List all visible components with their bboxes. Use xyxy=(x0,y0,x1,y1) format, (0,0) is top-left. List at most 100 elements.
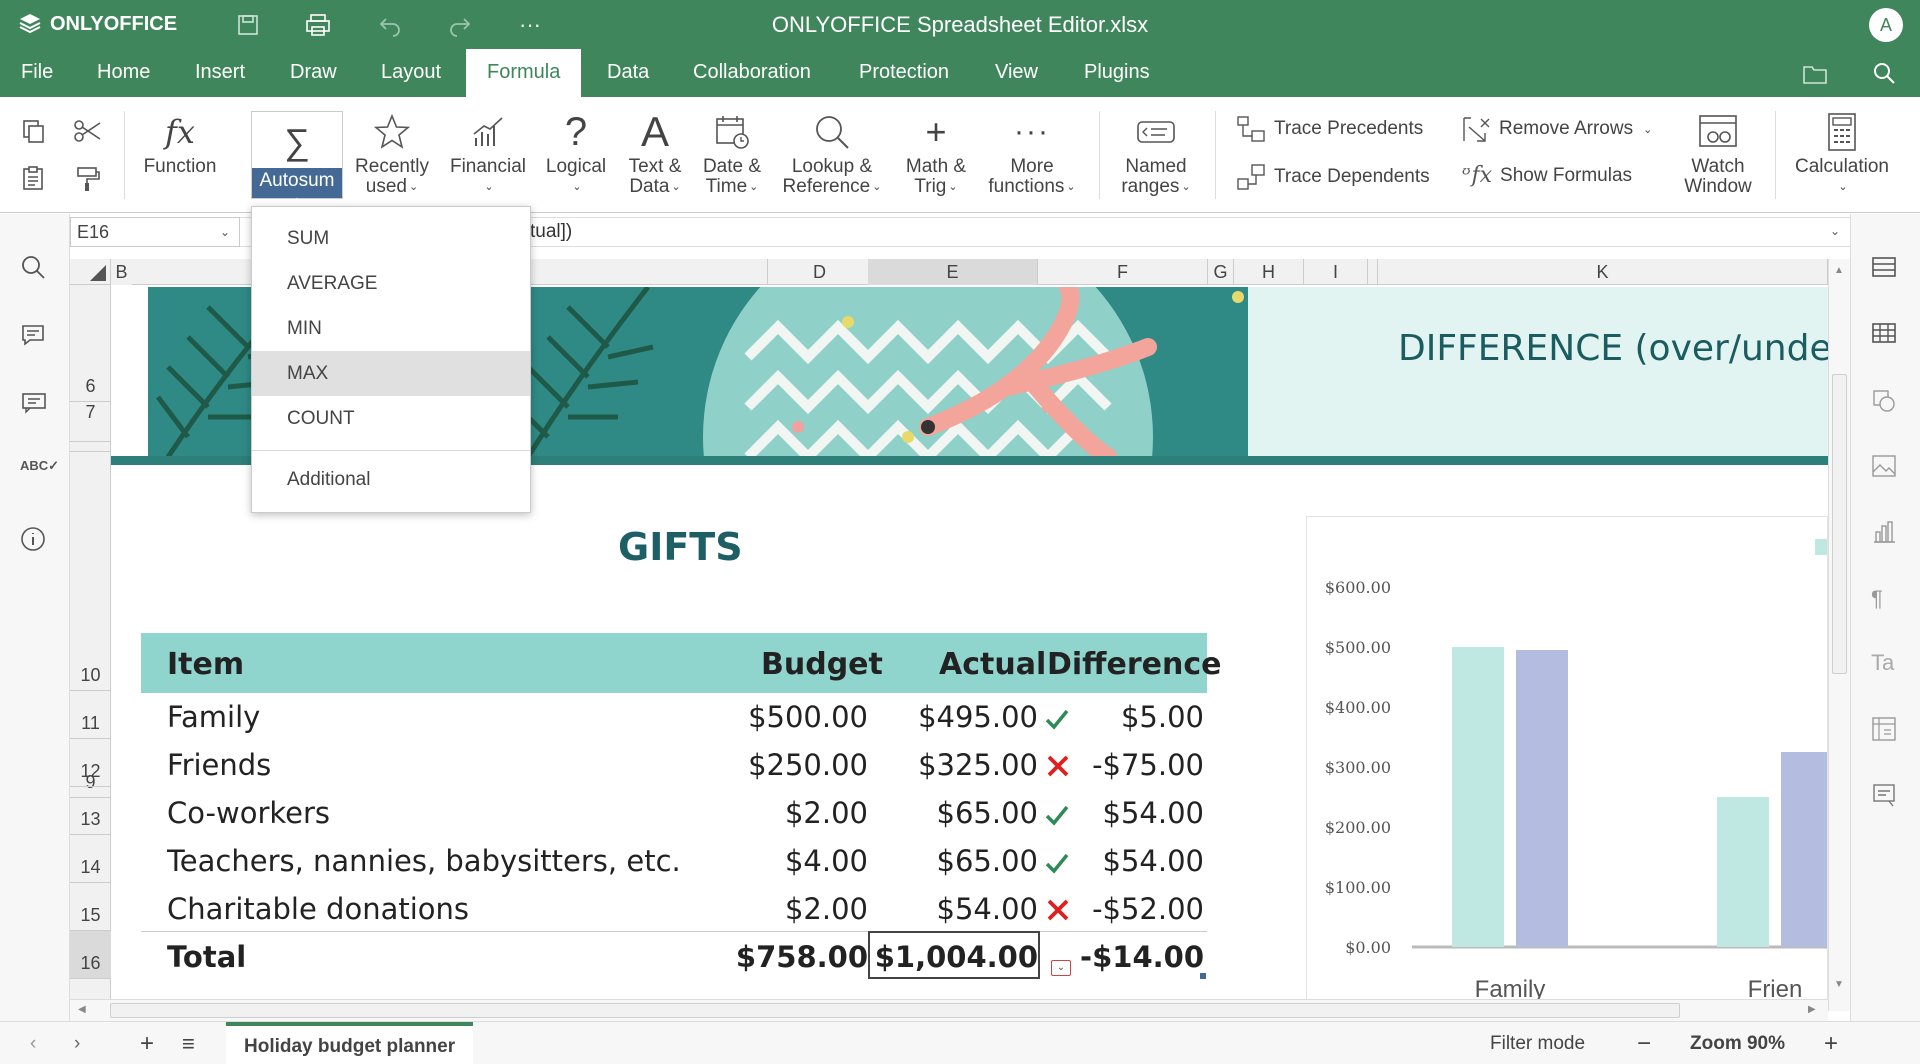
watch-window-button[interactable]: Watch Window xyxy=(1672,97,1764,213)
menu-item-sum[interactable]: SUM xyxy=(252,216,530,261)
pivot-settings-icon[interactable] xyxy=(1871,716,1901,746)
show-formulas-button[interactable]: ᶷfx Show Formulas xyxy=(1461,163,1632,188)
actual-cell[interactable]: $325.00 xyxy=(870,748,1038,782)
zoom-level[interactable]: Zoom 90% xyxy=(1690,1022,1785,1064)
tab-plugins[interactable]: Plugins xyxy=(1063,49,1171,97)
actual-cell[interactable]: $65.00 xyxy=(870,844,1038,878)
select-all-corner[interactable] xyxy=(70,259,111,285)
chart-settings-icon[interactable] xyxy=(1871,520,1901,550)
total-budget-cell[interactable]: $758.00 xyxy=(700,940,868,974)
paragraph-settings-icon[interactable]: ¶ xyxy=(1871,586,1901,616)
budget-cell[interactable]: $4.00 xyxy=(700,844,868,878)
item-cell[interactable]: Teachers, nannies, babysitters, etc. xyxy=(167,844,681,878)
prev-sheet-icon[interactable]: ‹ xyxy=(30,1022,36,1064)
header-item[interactable]: Item xyxy=(167,647,244,682)
find-icon[interactable] xyxy=(20,254,50,284)
table-settings-icon[interactable] xyxy=(1871,322,1901,352)
menu-item-average[interactable]: AVERAGE xyxy=(252,261,530,306)
copy-icon[interactable] xyxy=(20,117,48,145)
user-avatar[interactable]: A xyxy=(1869,8,1903,42)
actual-cell[interactable]: $54.00 xyxy=(870,892,1038,926)
trace-precedents-button[interactable]: Trace Precedents xyxy=(1236,115,1423,143)
sheet-tab-holiday-budget-planner[interactable]: Holiday budget planner xyxy=(226,1022,474,1064)
sheet-list-icon[interactable]: ≡ xyxy=(182,1022,195,1064)
cell-settings-icon[interactable] xyxy=(1871,256,1901,286)
column-header-i[interactable]: I xyxy=(1304,259,1368,285)
menu-item-min[interactable]: MIN xyxy=(252,306,530,351)
tab-formula[interactable]: Formula xyxy=(466,49,582,97)
budget-cell[interactable]: $2.00 xyxy=(700,892,868,926)
row-header-12[interactable]: 12 xyxy=(70,739,111,787)
difference-cell[interactable]: $54.00 xyxy=(1040,796,1204,830)
actual-cell[interactable]: $495.00 xyxy=(870,700,1038,734)
item-cell[interactable]: Family xyxy=(167,700,260,734)
zoom-in-icon[interactable]: + xyxy=(1824,1022,1838,1064)
item-cell[interactable]: Co-workers xyxy=(167,796,330,830)
more-functions-button[interactable]: ··· More functions ⌄ xyxy=(982,97,1082,213)
autosum-button[interactable]: ∑ Autosum ▲ xyxy=(251,111,343,207)
row-header-7[interactable]: 7 xyxy=(70,402,111,442)
menu-item-max[interactable]: MAX xyxy=(252,351,530,396)
selected-cell-e16[interactable] xyxy=(868,931,1040,979)
row-header-11[interactable]: 11 xyxy=(70,691,111,739)
budget-cell[interactable]: $500.00 xyxy=(700,700,868,734)
zoom-out-icon[interactable]: − xyxy=(1637,1022,1651,1064)
item-cell[interactable]: Charitable donations xyxy=(167,892,469,926)
row-header-14[interactable]: 14 xyxy=(70,835,111,883)
paste-options-icon[interactable]: ⌄ xyxy=(1051,960,1071,976)
tab-file[interactable]: File xyxy=(0,49,74,97)
scroll-left-icon[interactable]: ◀ xyxy=(78,1004,86,1015)
difference-cell[interactable]: -$75.00 xyxy=(1040,748,1204,782)
date-time-button[interactable]: Date & Time ⌄ xyxy=(696,97,768,213)
difference-cell[interactable]: -$52.00 xyxy=(1040,892,1204,926)
column-header-j[interactable] xyxy=(1368,259,1378,285)
row-header-6[interactable]: 6 xyxy=(70,285,111,402)
budget-cell[interactable]: $2.00 xyxy=(700,796,868,830)
header-budget[interactable]: Budget xyxy=(761,647,883,682)
text-art-icon[interactable]: Ta xyxy=(1871,650,1901,680)
difference-cell[interactable]: $5.00 xyxy=(1040,700,1204,734)
chevron-down-icon[interactable]: ⌄ xyxy=(220,225,230,239)
horizontal-scrollbar[interactable]: ◀ ▶ xyxy=(70,999,1828,1021)
budget-chart[interactable]: $0.00 $100.00 $200.00 $300.00 $400.00 $500.00… xyxy=(1306,516,1828,1006)
column-header-g[interactable]: G xyxy=(1208,259,1234,285)
tab-collaboration[interactable]: Collaboration xyxy=(672,49,832,97)
image-settings-icon[interactable] xyxy=(1871,454,1901,484)
scroll-right-icon[interactable]: ▶ xyxy=(1808,1004,1816,1015)
tab-data[interactable]: Data xyxy=(586,49,670,97)
calculation-button[interactable]: Calculation ⌄ xyxy=(1784,97,1900,213)
horizontal-scroll-thumb[interactable] xyxy=(110,1003,1680,1018)
recently-used-button[interactable]: Recently used ⌄ xyxy=(350,97,434,213)
item-cell[interactable]: Friends xyxy=(167,748,271,782)
row-header-10[interactable]: 10 xyxy=(70,628,111,691)
named-ranges-button[interactable]: Named ranges ⌄ xyxy=(1110,97,1202,213)
scroll-down-icon[interactable]: ▼ xyxy=(1834,979,1844,990)
budget-cell[interactable]: $250.00 xyxy=(700,748,868,782)
trace-dependents-button[interactable]: Trace Dependents xyxy=(1236,163,1430,191)
total-label[interactable]: Total xyxy=(167,940,246,974)
row-header-8[interactable] xyxy=(70,442,111,452)
column-header-h[interactable]: H xyxy=(1234,259,1304,285)
column-header-f[interactable]: F xyxy=(1038,259,1208,285)
tab-draw[interactable]: Draw xyxy=(269,49,358,97)
expand-formula-icon[interactable]: ⌄ xyxy=(1830,224,1840,238)
vertical-scroll-thumb[interactable] xyxy=(1832,374,1847,674)
next-sheet-icon[interactable]: › xyxy=(74,1022,80,1064)
open-location-icon[interactable] xyxy=(1802,63,1828,85)
financial-button[interactable]: Financial ⌄ xyxy=(445,97,531,213)
tab-view[interactable]: View xyxy=(974,49,1059,97)
name-box[interactable]: E16 xyxy=(70,217,240,247)
header-difference[interactable]: Difference xyxy=(1047,647,1221,682)
actual-cell[interactable]: $65.00 xyxy=(870,796,1038,830)
shape-settings-icon[interactable] xyxy=(1871,388,1901,418)
difference-cell[interactable]: $54.00 xyxy=(1040,844,1204,878)
tab-insert[interactable]: Insert xyxy=(174,49,266,97)
paste-icon[interactable] xyxy=(20,165,48,193)
vertical-scrollbar[interactable]: ▲ ▼ xyxy=(1828,259,1850,1011)
remove-arrows-button[interactable]: Remove Arrows ⌄ xyxy=(1461,115,1652,143)
add-sheet-icon[interactable]: + xyxy=(140,1022,154,1064)
comments-icon[interactable] xyxy=(20,322,50,352)
banner-title[interactable]: DIFFERENCE (over/under xyxy=(1398,328,1846,369)
column-header-k[interactable]: K xyxy=(1378,259,1828,285)
scroll-up-icon[interactable]: ▲ xyxy=(1834,265,1844,276)
